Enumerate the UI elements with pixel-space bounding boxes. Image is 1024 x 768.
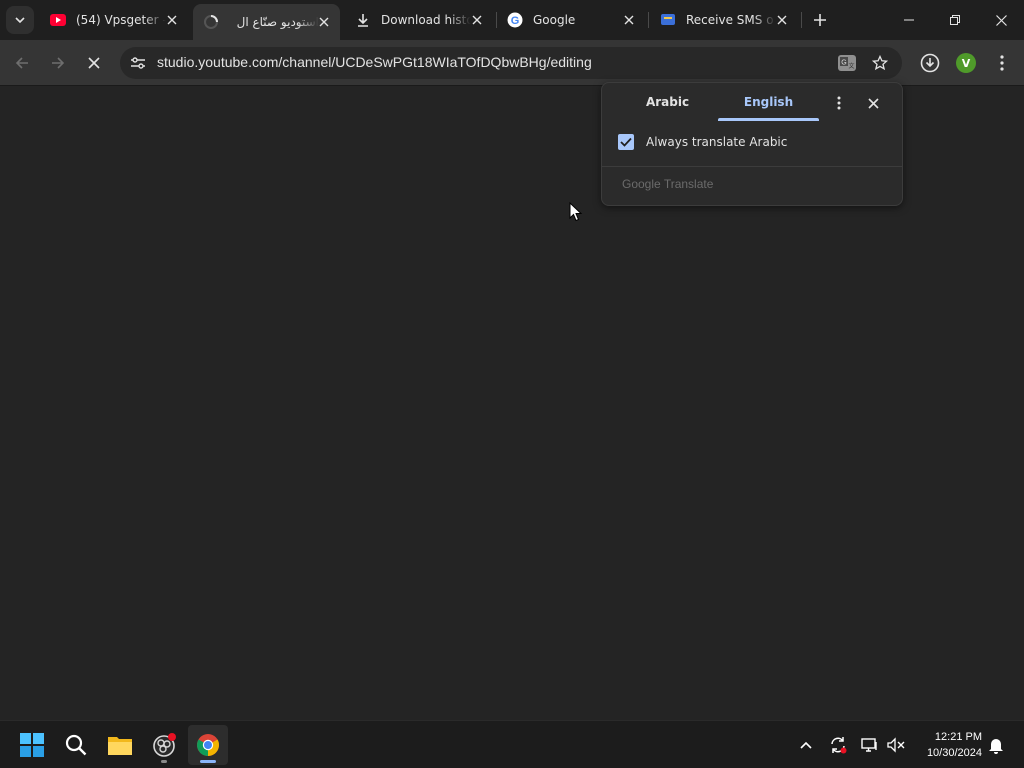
arrow-right-icon <box>52 57 65 69</box>
more-vertical-icon <box>1000 55 1004 71</box>
running-indicator <box>200 760 216 763</box>
profile-avatar[interactable]: V <box>956 53 976 73</box>
tab-receive-sms[interactable]: Receive SMS o <box>650 5 798 35</box>
tab-title: (54) Vpsgeter - <box>76 13 166 27</box>
obs-icon <box>153 733 176 757</box>
youtube-icon <box>50 12 66 28</box>
taskbar: 12:21 PM 10/30/2024 <box>0 720 1024 768</box>
translate-options-icon[interactable] <box>830 94 848 112</box>
minimize-button[interactable] <box>886 0 932 40</box>
svg-text:文: 文 <box>848 62 854 70</box>
tab-download-history[interactable]: Download histo <box>345 5 493 35</box>
divider <box>602 166 902 167</box>
translate-icon[interactable]: G文 <box>834 51 860 75</box>
minimize-icon <box>904 19 914 21</box>
monitor-network-icon <box>861 738 877 752</box>
close-icon <box>995 14 1007 26</box>
tab-search-button[interactable] <box>6 6 34 34</box>
close-popup-icon[interactable] <box>864 94 882 112</box>
always-translate-label: Always translate Arabic <box>646 135 788 149</box>
clock-date: 10/30/2024 <box>926 747 982 759</box>
translate-popup: Arabic English Always translate Arabic G… <box>601 82 903 206</box>
close-tab-icon[interactable] <box>621 12 637 28</box>
taskbar-search-button[interactable] <box>56 725 96 765</box>
close-icon <box>88 57 100 69</box>
tab-title: Download histo <box>381 13 471 27</box>
close-tab-icon[interactable] <box>469 12 485 28</box>
windows-logo-icon <box>20 733 44 757</box>
download-icon <box>355 12 371 28</box>
mouse-cursor-icon <box>569 202 583 222</box>
start-button[interactable] <box>12 725 52 765</box>
show-hidden-icons-button[interactable] <box>794 733 818 757</box>
loading-icon <box>203 14 219 30</box>
bookmark-star-icon[interactable] <box>868 51 892 75</box>
volume-tray-button[interactable] <box>884 733 908 757</box>
running-indicator <box>161 760 167 763</box>
chrome-button[interactable] <box>188 725 228 765</box>
forward-button[interactable] <box>44 49 72 77</box>
download-circle-icon <box>920 53 940 73</box>
sms-site-icon <box>660 12 676 28</box>
notifications-button[interactable] <box>984 733 1008 757</box>
close-window-button[interactable] <box>978 0 1024 40</box>
close-tab-icon[interactable] <box>316 14 332 30</box>
browser-window: (54) Vpsgeter - استوديو صنّاع ال Downloa… <box>0 0 1024 720</box>
plus-icon <box>814 14 826 26</box>
always-translate-checkbox[interactable] <box>618 134 634 150</box>
browser-toolbar: studio.youtube.com/channel/UCDeSwPGt18WI… <box>0 40 1024 86</box>
svg-text:G: G <box>841 60 846 67</box>
url-text: studio.youtube.com/channel/UCDeSwPGt18WI… <box>157 54 592 70</box>
volume-muted-icon <box>887 737 905 753</box>
restore-icon <box>950 15 960 25</box>
bell-icon <box>989 739 1003 754</box>
close-tab-icon[interactable] <box>774 12 790 28</box>
tab-source-language[interactable]: Arabic <box>617 83 718 121</box>
back-button[interactable] <box>8 49 36 77</box>
chrome-icon <box>197 734 219 756</box>
address-bar[interactable]: studio.youtube.com/channel/UCDeSwPGt18WI… <box>120 47 902 79</box>
tab-google[interactable]: G Google <box>497 5 645 35</box>
tab-target-language[interactable]: English <box>718 83 819 121</box>
restore-button[interactable] <box>932 0 978 40</box>
new-tab-button[interactable] <box>808 8 832 32</box>
tab-title: Receive SMS o <box>686 13 774 27</box>
tab-title: استوديو صنّاع ال <box>236 15 319 29</box>
google-translate-footer: Google Translate <box>622 177 714 191</box>
tab-title: Google <box>533 13 576 27</box>
file-explorer-button[interactable] <box>100 725 140 765</box>
always-translate-row[interactable]: Always translate Arabic <box>618 134 787 150</box>
tab-youtube[interactable]: (54) Vpsgeter - <box>40 5 188 35</box>
clock-time: 12:21 PM <box>934 731 982 743</box>
network-tray-button[interactable] <box>858 733 882 757</box>
folder-icon <box>108 737 132 755</box>
checkmark-icon <box>620 137 632 147</box>
google-icon: G <box>507 12 523 28</box>
tab-separator <box>801 12 802 28</box>
browser-menu-button[interactable] <box>988 49 1016 77</box>
system-clock[interactable]: 12:21 PM 10/30/2024 <box>912 729 982 761</box>
arrow-left-icon <box>15 57 28 69</box>
stop-loading-button[interactable] <box>80 49 108 77</box>
tab-separator <box>648 12 649 28</box>
sync-icon <box>831 737 847 754</box>
site-info-icon[interactable] <box>128 53 148 73</box>
svg-text:G: G <box>511 15 520 27</box>
obs-button[interactable] <box>144 725 184 765</box>
tab-studio[interactable]: استوديو صنّاع ال <box>193 4 340 40</box>
tab-strip: (54) Vpsgeter - استوديو صنّاع ال Downloa… <box>0 0 1024 40</box>
close-tab-icon[interactable] <box>164 12 180 28</box>
search-icon <box>65 734 87 756</box>
sync-tray-button[interactable] <box>826 733 850 757</box>
downloads-button[interactable] <box>916 49 944 77</box>
chevron-down-icon <box>15 17 25 24</box>
chevron-up-icon <box>800 741 812 749</box>
